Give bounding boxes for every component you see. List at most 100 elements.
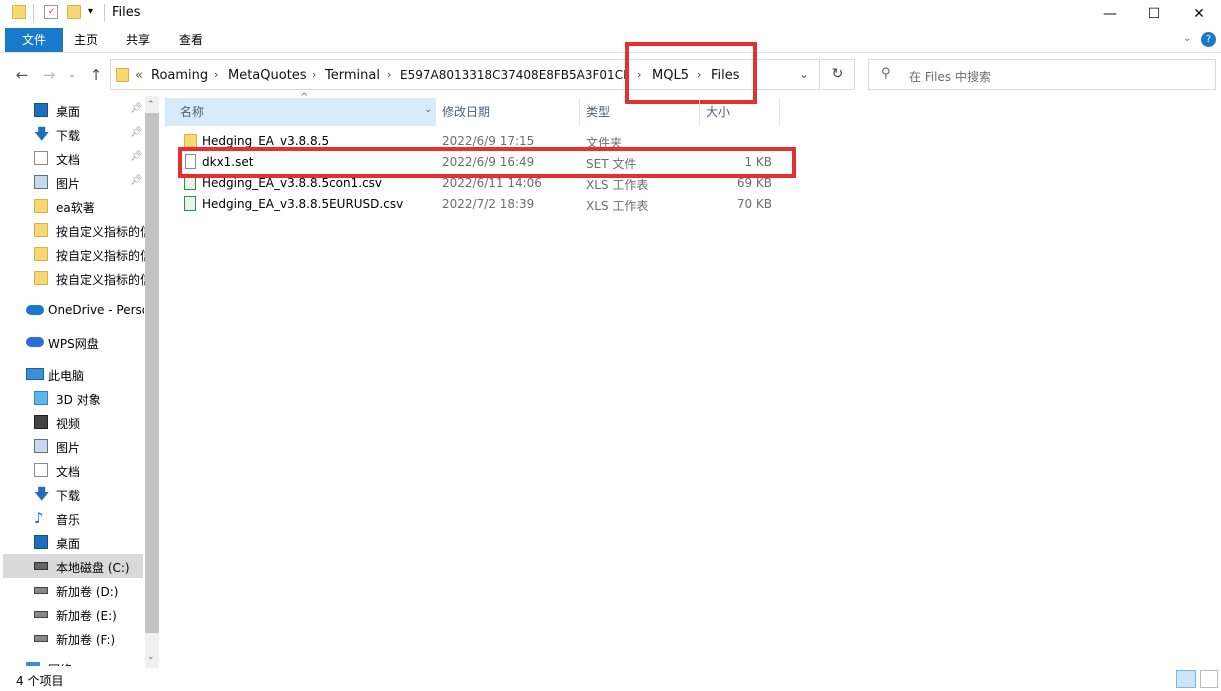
network-icon [26, 662, 40, 666]
nav-item-pictures[interactable]: 图片 📌︎ [4, 170, 144, 194]
divider [33, 4, 34, 22]
crumb-roaming[interactable]: Roaming [151, 68, 208, 83]
nav-item-folder[interactable]: 按自定义指标的信 [4, 242, 146, 266]
window-title: Files [112, 5, 141, 20]
scroll-down-icon[interactable]: ⌄ [147, 652, 155, 662]
nav-item-3d-objects[interactable]: 3D 对象 [4, 386, 144, 410]
help-icon[interactable]: ? [1201, 32, 1216, 47]
crumb-separator-icon[interactable]: › [312, 68, 316, 81]
search-placeholder: 在 Files 中搜索 [909, 70, 991, 84]
chevron-down-icon[interactable]: ⌄ [799, 67, 809, 81]
details-view-icon[interactable] [1176, 670, 1196, 688]
crumb-metaquotes[interactable]: MetaQuotes [228, 68, 307, 83]
column-divider[interactable] [779, 98, 780, 126]
csv-icon [184, 196, 196, 211]
up-arrow-icon[interactable]: ↑ [86, 66, 106, 84]
recent-locations-icon[interactable]: ⌄ [62, 70, 82, 88]
nav-item-drive-f[interactable]: 新加卷 (F:) [4, 626, 144, 650]
scroll-up-icon[interactable]: ⌃ [147, 100, 155, 110]
nav-item-drive-c[interactable]: 本地磁盘 (C:) [3, 554, 143, 578]
column-header-date[interactable]: 修改日期 [442, 100, 490, 124]
crumb-separator-icon[interactable]: › [387, 68, 391, 81]
ribbon-tabs: 文件 主页 共享 查看 ⌄ ? [0, 28, 1221, 53]
nav-item-desktop[interactable]: 桌面 [4, 530, 144, 554]
tab-view[interactable]: 查看 [167, 28, 215, 52]
nav-item-drive-e[interactable]: 新加卷 (E:) [4, 602, 144, 626]
pin-icon[interactable]: 📌︎ [130, 151, 143, 162]
drive-icon [34, 611, 48, 618]
column-divider[interactable] [435, 98, 436, 126]
crumb-terminal[interactable]: Terminal [325, 68, 380, 83]
nav-item-label: 视频 [56, 417, 81, 431]
tab-home[interactable]: 主页 [62, 28, 110, 52]
desktop-icon [34, 103, 48, 117]
status-bar: 4 个项目 [0, 670, 1221, 691]
onedrive-icon [26, 305, 44, 315]
file-date: 2022/6/11 14:06 [442, 176, 542, 190]
folder-icon [184, 134, 197, 148]
nav-item-pictures[interactable]: 图片 [4, 434, 144, 458]
pictures-icon [34, 175, 48, 189]
scrollbar-thumb[interactable] [145, 113, 159, 633]
tab-file[interactable]: 文件 [5, 28, 63, 52]
nav-item-label: 下载 [56, 489, 81, 503]
overflow-crumb[interactable]: « [135, 68, 143, 83]
nav-item-folder[interactable]: 按自定义指标的信 [4, 218, 146, 242]
item-count: 4 个项目 [16, 674, 64, 688]
folder-icon [116, 68, 129, 82]
file-name: Hedging_EA_v3.8.8.5EURUSD.csv [202, 197, 404, 211]
crumb-separator-icon[interactable]: › [214, 68, 218, 81]
nav-item-onedrive[interactable]: OneDrive - Perso [0, 298, 146, 322]
nav-item-music[interactable]: ♪ 音乐 [4, 506, 144, 530]
nav-item-documents[interactable]: 文档 [4, 458, 144, 482]
column-header-name[interactable]: 名称 [180, 100, 204, 124]
pin-icon[interactable]: 📌︎ [130, 103, 143, 114]
chevron-down-icon[interactable]: ⌄ [424, 104, 432, 115]
nav-item-documents[interactable]: 文档 📌︎ [4, 146, 144, 170]
pin-icon[interactable]: 📌︎ [130, 127, 143, 138]
nav-item-downloads[interactable]: 🡇 下载 📌︎ [4, 122, 144, 146]
column-header-size[interactable]: 大小 [706, 100, 730, 124]
nav-item-ea-folder[interactable]: ea软著 [4, 194, 144, 218]
chevron-down-icon[interactable]: ⌄ [1183, 33, 1191, 44]
pin-icon[interactable]: 📌︎ [130, 175, 143, 186]
nav-item-this-pc[interactable]: 此电脑 [0, 362, 146, 386]
nav-item-network[interactable]: 网络 [0, 656, 146, 666]
nav-item-label: 3D 对象 [56, 393, 101, 407]
tab-share[interactable]: 共享 [114, 28, 162, 52]
folder-icon [34, 199, 48, 213]
crumb-terminal-id[interactable]: E597A8013318C37408E8FB5A3F01CF4E [400, 68, 628, 82]
nav-item-desktop[interactable]: 桌面 📌︎ [4, 98, 144, 122]
nav-item-videos[interactable]: 视频 [4, 410, 144, 434]
column-divider[interactable] [699, 98, 700, 126]
file-name: Hedging_EA_v3.8.8.5 [202, 134, 330, 148]
nav-item-downloads[interactable]: 🡇 下载 [4, 482, 144, 506]
divider [104, 4, 105, 22]
large-icons-view-icon[interactable] [1200, 670, 1218, 688]
nav-item-label: 文档 [56, 465, 81, 479]
highlight-box [178, 147, 796, 178]
folder-icon [34, 271, 48, 285]
nav-item-label: 图片 [56, 441, 81, 455]
forward-arrow-icon[interactable]: → [39, 66, 59, 84]
search-input[interactable]: ⚲ 在 Files 中搜索 [868, 59, 1216, 90]
document-icon [34, 463, 48, 477]
nav-item-drive-d[interactable]: 新加卷 (D:) [4, 578, 144, 602]
computer-icon [26, 368, 44, 380]
3d-objects-icon [34, 391, 48, 405]
maximize-button[interactable]: ☐ [1131, 0, 1177, 27]
column-divider[interactable] [579, 98, 580, 126]
nav-item-wps[interactable]: WPS网盘 [0, 330, 146, 354]
close-button[interactable]: ✕ [1176, 0, 1221, 27]
properties-icon[interactable]: ✓ [44, 5, 58, 19]
new-folder-icon[interactable] [67, 5, 81, 19]
back-arrow-icon[interactable]: ← [12, 66, 32, 84]
file-size: 69 KB [736, 176, 772, 190]
customize-toolbar-icon[interactable]: ▾ [88, 6, 93, 17]
minimize-button[interactable]: — [1087, 0, 1133, 27]
column-header-type[interactable]: 类型 [586, 100, 610, 124]
table-row[interactable]: Hedging_EA_v3.8.8.5EURUSD.csv 2022/7/2 1… [176, 194, 786, 215]
nav-item-folder[interactable]: 按自定义指标的信 [4, 266, 146, 290]
refresh-button[interactable]: ↻ [821, 59, 855, 90]
download-icon: 🡇 [34, 485, 50, 503]
